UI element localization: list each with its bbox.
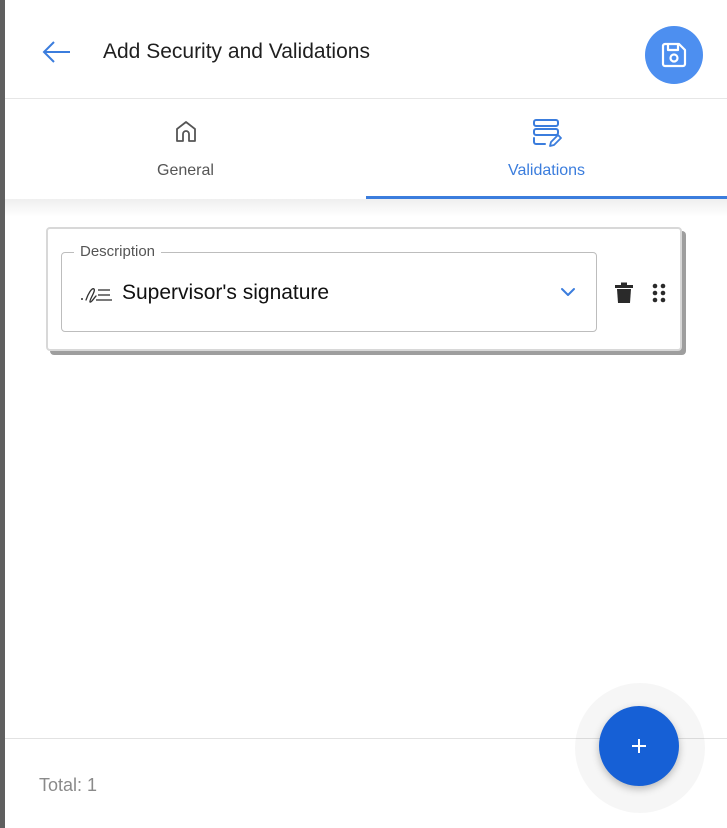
signature-icon [81,288,112,303]
tab-validations-label: Validations [507,162,586,179]
page-title: Add Security and Validations [103,40,370,63]
trash-icon [615,282,633,303]
floppy-disk-icon [661,42,687,68]
drag-handle-icon [652,283,666,303]
back-button[interactable] [39,36,75,68]
description-select[interactable]: Description Supervisor's signature [61,242,597,332]
header-bar: Add Security and Validations [5,0,727,99]
total-count: Total: 1 [39,775,98,795]
tab-general-label: General [157,162,214,179]
arrow-left-icon [42,41,70,63]
chevron-down-icon [561,288,575,296]
delete-button[interactable] [614,282,634,304]
add-validation-button[interactable] [599,706,679,786]
drag-handle[interactable] [651,281,667,305]
list-edit-icon [532,119,562,147]
plus-icon [632,739,646,753]
tab-general[interactable]: General [5,99,366,199]
validation-card: Description Supervisor's signature [46,227,682,351]
save-button[interactable] [645,26,703,84]
tab-validations[interactable]: Validations [366,99,727,199]
description-value: Supervisor's signature [122,281,330,304]
tab-bar: General Validations [5,99,727,199]
tabs-shadow [5,199,727,217]
home-icon [175,121,196,142]
page: Add Security and Validations General Val… [0,0,727,828]
description-label: Description [74,242,162,262]
